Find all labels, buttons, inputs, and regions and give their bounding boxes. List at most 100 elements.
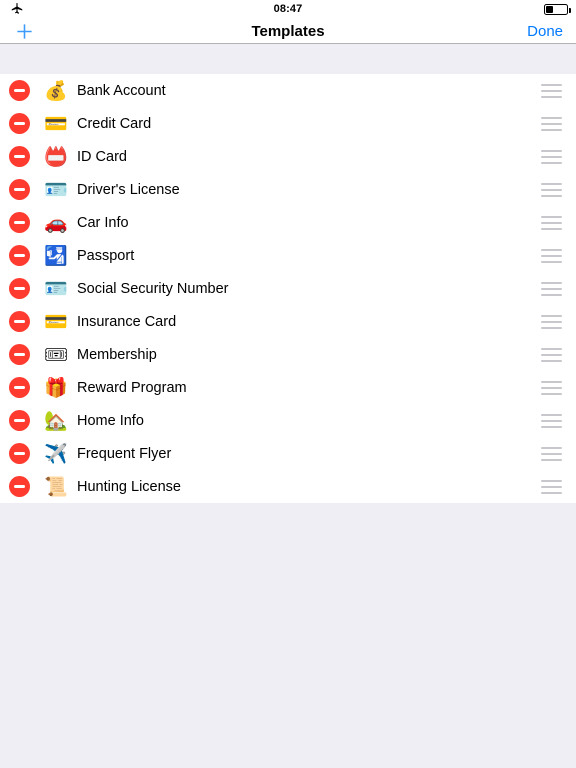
reorder-handle-line (541, 221, 562, 224)
delete-minus-icon (14, 155, 25, 158)
delete-row-button[interactable] (9, 344, 30, 365)
table-row-label: Driver's License (77, 181, 180, 198)
table-row-label: Home Info (77, 412, 144, 429)
delete-row-button[interactable] (9, 179, 30, 200)
reorder-handle-icon[interactable] (541, 347, 562, 362)
table-row-label: Hunting License (77, 478, 181, 495)
reorder-handle-line (541, 359, 562, 362)
delete-minus-icon (14, 452, 25, 455)
delete-minus-icon (14, 122, 25, 125)
reorder-handle-line (541, 248, 562, 251)
reorder-handle-icon[interactable] (541, 248, 562, 263)
reorder-handle-line (541, 182, 562, 185)
reorder-handle-line (541, 161, 562, 164)
reorder-handle-line (541, 227, 562, 230)
reward-gift-icon: 🎁 (44, 376, 68, 399)
reorder-handle-icon[interactable] (541, 116, 562, 131)
delete-minus-icon (14, 89, 25, 92)
table-row[interactable]: 🪪 Driver's License (0, 173, 576, 206)
reorder-handle-line (541, 353, 562, 356)
delete-row-button[interactable] (9, 146, 30, 167)
reorder-handle-icon[interactable] (541, 446, 562, 461)
delete-row-button[interactable] (9, 80, 30, 101)
table-row-label: Bank Account (77, 82, 166, 99)
table-row-label: Frequent Flyer (77, 445, 172, 462)
delete-row-button[interactable] (9, 113, 30, 134)
reorder-handle-line (541, 89, 562, 92)
table-header-spacer (0, 44, 576, 74)
table-row[interactable]: 🛂 Passport (0, 239, 576, 272)
reorder-handle-line (541, 386, 562, 389)
delete-row-button[interactable] (9, 278, 30, 299)
table-row[interactable]: 🎟 Membership (0, 338, 576, 371)
reorder-handle-line (541, 194, 562, 197)
delete-row-button[interactable] (9, 377, 30, 398)
done-button[interactable]: Done (527, 18, 563, 44)
table-row[interactable]: 🏡 Home Info (0, 404, 576, 437)
table-row[interactable]: 🪪 Social Security Number (0, 272, 576, 305)
table-row[interactable]: 💳 Insurance Card (0, 305, 576, 338)
airplane-icon: ✈️ (44, 442, 68, 465)
navigation-bar: Templates Done (0, 18, 576, 44)
reorder-handle-line (541, 446, 562, 449)
passport-icon: 🛂 (44, 244, 68, 267)
status-bar-time: 08:47 (273, 3, 303, 15)
delete-minus-icon (14, 320, 25, 323)
table-row[interactable]: 🎁 Reward Program (0, 371, 576, 404)
reorder-handle-icon[interactable] (541, 413, 562, 428)
reorder-handle-line (541, 155, 562, 158)
status-bar-right (544, 0, 571, 18)
house-icon: 🏡 (44, 409, 68, 432)
reorder-handle-line (541, 128, 562, 131)
table-row[interactable]: 💰 Bank Account (0, 74, 576, 107)
reorder-handle-line (541, 215, 562, 218)
reorder-handle-line (541, 83, 562, 86)
reorder-handle-line (541, 122, 562, 125)
delete-row-button[interactable] (9, 245, 30, 266)
reorder-handle-line (541, 287, 562, 290)
delete-minus-icon (14, 353, 25, 356)
delete-row-button[interactable] (9, 311, 30, 332)
reorder-handle-icon[interactable] (541, 182, 562, 197)
reorder-handle-icon[interactable] (541, 314, 562, 329)
credit-card-icon: 💳 (44, 112, 68, 135)
reorder-handle-icon[interactable] (541, 479, 562, 494)
reorder-handle-line (541, 491, 562, 494)
money-bag-icon: 💰 (44, 79, 68, 102)
social-security-card-icon: 🪪 (44, 277, 68, 300)
delete-row-button[interactable] (9, 476, 30, 497)
reorder-handle-line (541, 254, 562, 257)
reorder-handle-line (541, 419, 562, 422)
delete-minus-icon (14, 254, 25, 257)
delete-row-button[interactable] (9, 443, 30, 464)
table-row[interactable]: 🚗 Car Info (0, 206, 576, 239)
delete-row-button[interactable] (9, 212, 30, 233)
drivers-license-icon: 🪪 (44, 178, 68, 201)
delete-row-button[interactable] (9, 410, 30, 431)
delete-minus-icon (14, 188, 25, 191)
reorder-handle-line (541, 452, 562, 455)
reorder-handle-line (541, 95, 562, 98)
table-row[interactable]: ✈️ Frequent Flyer (0, 437, 576, 470)
delete-minus-icon (14, 287, 25, 290)
id-card-icon: 📛 (44, 145, 68, 168)
reorder-handle-line (541, 326, 562, 329)
table-row[interactable]: 💳 Credit Card (0, 107, 576, 140)
reorder-handle-line (541, 149, 562, 152)
delete-minus-icon (14, 419, 25, 422)
table-row-label: Insurance Card (77, 313, 177, 330)
reorder-handle-icon[interactable] (541, 215, 562, 230)
reorder-handle-icon[interactable] (541, 380, 562, 395)
reorder-handle-line (541, 116, 562, 119)
reorder-handle-line (541, 485, 562, 488)
reorder-handle-icon[interactable] (541, 83, 562, 98)
status-bar: 08:47 (0, 0, 576, 18)
battery-fill (546, 5, 554, 13)
reorder-handle-icon[interactable] (541, 149, 562, 164)
reorder-handle-icon[interactable] (541, 281, 562, 296)
table-row[interactable]: 📜 Hunting License (0, 470, 576, 503)
reorder-handle-line (541, 392, 562, 395)
table-row[interactable]: 📛 ID Card (0, 140, 576, 173)
car-icon: 🚗 (44, 211, 68, 234)
reorder-handle-line (541, 293, 562, 296)
